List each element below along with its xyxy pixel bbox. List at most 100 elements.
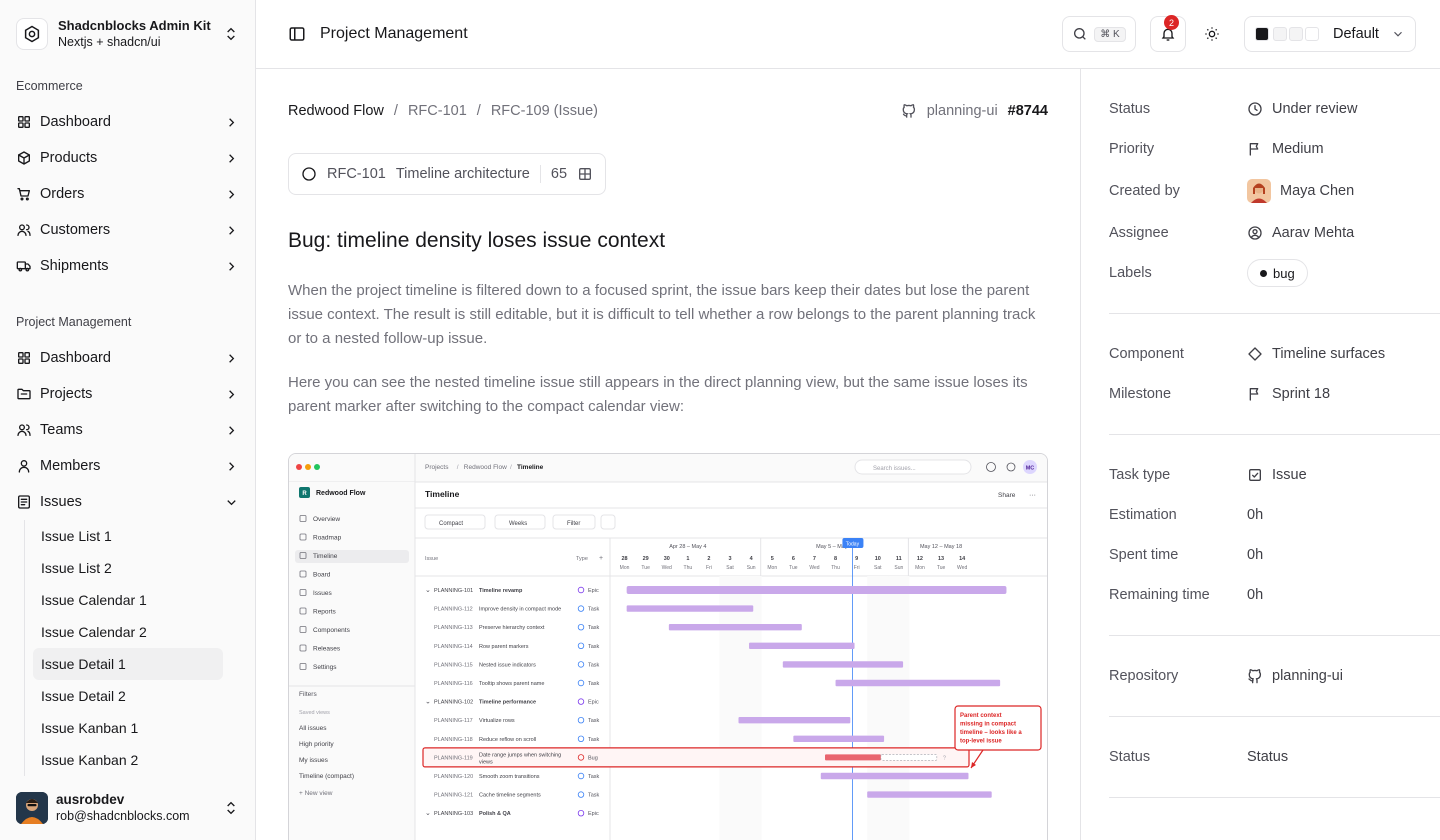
sidebar-toggle-icon[interactable] [288, 25, 306, 43]
timeline-bar [668, 624, 802, 631]
detail-row[interactable]: Remaining time 0h [1109, 575, 1440, 615]
screenshot-sidebar [289, 482, 415, 840]
detail-key: Remaining time [1109, 587, 1210, 603]
detail-row[interactable]: Labels bug [1109, 253, 1440, 293]
screenshot-row-title: Smooth zoom transitions [479, 774, 540, 780]
sidebar-subitem[interactable]: Issue Calendar 1 [33, 584, 223, 616]
screenshot-day-name: Tue [789, 565, 798, 571]
detail-row[interactable]: Status Status [1109, 737, 1440, 777]
screenshot-row-type: Epic [588, 700, 599, 706]
chevron-right-icon [224, 459, 239, 474]
parent-issue-chip[interactable]: RFC-101 Timeline architecture 65 [288, 153, 607, 195]
detail-row[interactable]: Priority Medium [1109, 129, 1440, 169]
detail-row[interactable]: Created by Maya Chen [1109, 169, 1440, 213]
screenshot-day-number: 10 [875, 556, 881, 562]
sidebar-item-projects[interactable]: Projects [0, 376, 255, 412]
sidebar-item-label: Customers [40, 222, 111, 238]
chevron-down-icon [224, 495, 239, 510]
detail-row[interactable]: Spent time 0h [1109, 535, 1440, 575]
search-button[interactable]: ⌘ K [1062, 16, 1136, 52]
screenshot-search-text: Search issues... [873, 466, 916, 472]
timeline-bar [820, 772, 969, 780]
chevron-right-icon [224, 223, 239, 238]
type-icon [577, 772, 585, 780]
screenshot-side-item: Roadmap [313, 535, 342, 542]
detail-row[interactable]: Assignee Aarav Mehta [1109, 213, 1440, 253]
detail-row[interactable]: Task type Issue [1109, 455, 1440, 495]
chevrons-updown-icon [223, 26, 239, 42]
detail-value: Timeline surfaces [1272, 346, 1386, 362]
notifications-button[interactable]: 2 [1150, 15, 1186, 52]
sidebar-item-products[interactable]: Products [0, 140, 255, 176]
screenshot-day-number: 14 [959, 556, 966, 562]
screenshot-row-title: Tooltip shows parent name [479, 681, 544, 687]
cart-icon [16, 186, 32, 202]
screenshot-row-type: Task [588, 662, 600, 668]
bug-bar [825, 754, 881, 761]
type-icon [577, 810, 585, 817]
detail-key: Priority [1109, 141, 1155, 157]
sidebar-item-label: Projects [40, 386, 93, 402]
detail-row[interactable]: Status Under review [1109, 89, 1440, 129]
breadcrumb-parent[interactable]: RFC-101 [408, 103, 467, 119]
sidebar-item-customers[interactable]: Customers [0, 212, 255, 248]
sidebar-subitem[interactable]: Issue List 1 [33, 520, 223, 552]
swatch-light [1273, 27, 1287, 41]
screenshot-day-name: Mon [915, 565, 925, 571]
sidebar-item-issues[interactable]: Issues [0, 484, 255, 520]
theme-toggle-button[interactable] [1194, 16, 1230, 52]
table-icon [577, 166, 593, 182]
label-pill[interactable]: bug [1247, 259, 1308, 287]
screenshot-day-number: 5 [771, 556, 774, 562]
sidebar-item-teams[interactable]: Teams [0, 412, 255, 448]
sidebar-subitem[interactable]: Issue Calendar 2 [33, 616, 223, 648]
user-name: ausrobdev [56, 792, 125, 807]
detail-value-wrap: bug [1247, 259, 1308, 287]
sidebar-subitem[interactable]: Issue Kanban 2 [33, 744, 223, 776]
screenshot-row-title: Preserve hierarchy context [479, 625, 545, 631]
detail-key: Assignee [1109, 225, 1169, 241]
detail-value: 0h [1247, 547, 1264, 563]
label-text: bug [1273, 265, 1295, 281]
screenshot-side-item: Releases [313, 646, 341, 653]
detail-row[interactable]: Estimation 0h [1109, 495, 1440, 535]
collapse-icon: ⌄ [425, 810, 431, 817]
type-icon [577, 717, 585, 724]
screenshot-day-number: 12 [917, 556, 923, 562]
user-menu[interactable]: ausrobdev rob@shadcnblocks.com [0, 776, 255, 840]
sidebar-item-dashboard[interactable]: Dashboard [0, 340, 255, 376]
sidebar-subitem[interactable]: Issue Detail 2 [33, 680, 223, 712]
theme-select[interactable]: Default [1244, 16, 1416, 52]
sidebar-item-dashboard[interactable]: Dashboard [0, 104, 255, 140]
screenshot-row-id: PLANNING-113 [434, 625, 473, 631]
screenshot-toolbar-label: Weeks [509, 521, 527, 527]
repo-link[interactable]: planning-ui [927, 103, 998, 119]
sidebar-subitem[interactable]: Issue List 2 [33, 552, 223, 584]
detail-value-wrap: Issue [1247, 467, 1307, 483]
pr-number[interactable]: #8744 [1008, 103, 1048, 119]
sidebar-item-orders[interactable]: Orders [0, 176, 255, 212]
screenshot-col-type: Type [576, 556, 588, 562]
brand-switcher[interactable]: Shadcnblocks Admin Kit Nextjs + shadcn/u… [0, 0, 255, 68]
screenshot-row-title: Timeline revamp [479, 588, 523, 594]
detail-row[interactable]: Milestone Sprint 18 [1109, 374, 1440, 414]
detail-row[interactable]: Component Timeline surfaces [1109, 334, 1440, 374]
label-dot [1260, 269, 1267, 277]
sidebar: Shadcnblocks Admin Kit Nextjs + shadcn/u… [0, 0, 256, 840]
sidebar-subitem[interactable]: Issue Detail 1 [33, 648, 223, 680]
detail-value: Sprint 18 [1272, 386, 1331, 402]
notification-badge: 2 [1164, 15, 1179, 30]
grid-icon [16, 350, 32, 366]
breadcrumb-project[interactable]: Redwood Flow [288, 103, 384, 119]
sidebar-item-members[interactable]: Members [0, 448, 255, 484]
screenshot-day-name: Fri [854, 565, 860, 571]
chevrons-updown-icon [223, 800, 239, 816]
sidebar-subitem[interactable]: Issue Kanban 1 [33, 712, 223, 744]
screenshot-day-number: 4 [750, 556, 754, 562]
detail-key: Status [1109, 101, 1151, 117]
sidebar-item-shipments[interactable]: Shipments [0, 248, 255, 284]
sidebar-item-label: Dashboard [40, 114, 111, 130]
detail-row[interactable]: Repository planning-ui [1109, 656, 1440, 696]
creator-avatar [1247, 179, 1271, 203]
weekend-shade [719, 576, 741, 840]
